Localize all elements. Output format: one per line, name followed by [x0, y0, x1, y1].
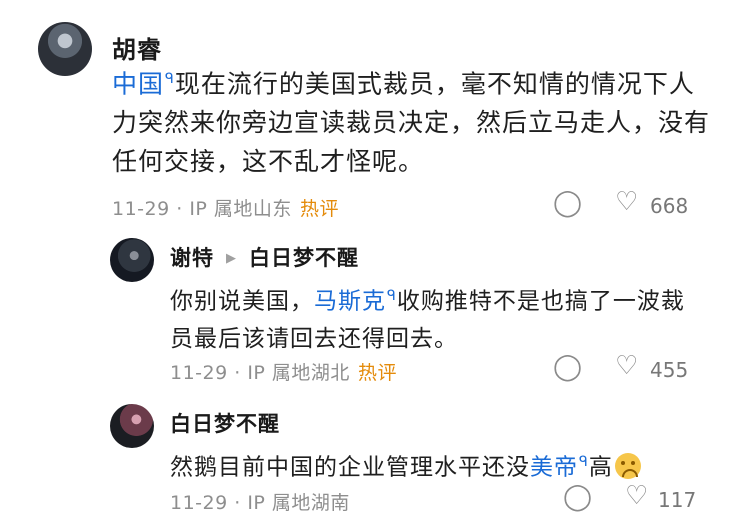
search-tag-icon: ᑫ [579, 454, 589, 470]
search-tag-icon: ᑫ [165, 71, 175, 87]
topic-link[interactable]: 美帝 [530, 455, 578, 481]
comment-meta: 11-29 · IP 属地湖北 热评 [170, 362, 397, 384]
comment-bubble-icon[interactable]: ◯ [563, 484, 592, 510]
comment-bubble-icon[interactable]: ◯ [553, 190, 582, 216]
heart-icon[interactable]: ♡ [615, 353, 638, 379]
comment-meta: 11-29 · IP 属地山东 热评 [112, 198, 339, 220]
crying-face-emoji [614, 452, 641, 479]
like-count: 455 [650, 358, 689, 382]
reply-to-user[interactable]: 白日梦不醒 [249, 246, 359, 270]
hot-badge: 热评 [357, 362, 397, 384]
comment-bubble-icon[interactable]: ◯ [553, 354, 582, 380]
reply-header: 谢特 ▶ 白日梦不醒 [170, 242, 359, 272]
search-tag-icon: ᑫ [387, 288, 397, 304]
like-count: 668 [650, 194, 689, 218]
topic-link[interactable]: 马斯克 [314, 289, 386, 315]
heart-icon[interactable]: ♡ [615, 189, 638, 215]
avatar[interactable] [110, 404, 154, 448]
comment-author[interactable]: 谢特 [170, 246, 214, 270]
comment-meta: 11-29 · IP 属地湖南 [170, 492, 350, 514]
like-count: 117 [658, 488, 697, 512]
avatar[interactable] [110, 238, 154, 282]
triangle-right-icon: ▶ [226, 251, 237, 266]
avatar[interactable] [38, 22, 92, 76]
comment-author[interactable]: 白日梦不醒 [170, 408, 280, 438]
comment-text: 你别说美国，马斯克ᑫ收购推特不是也搞了一波裁员最后该请回去还得回去。 [170, 288, 685, 352]
topic-link[interactable]: 中国 [112, 69, 164, 98]
heart-icon[interactable]: ♡ [625, 483, 648, 509]
comment-text: 中国ᑫ现在流行的美国式裁员，毫不知情的情况下人力突然来你旁边宣读裁员决定，然后立… [112, 69, 711, 177]
hot-badge: 热评 [299, 198, 339, 220]
